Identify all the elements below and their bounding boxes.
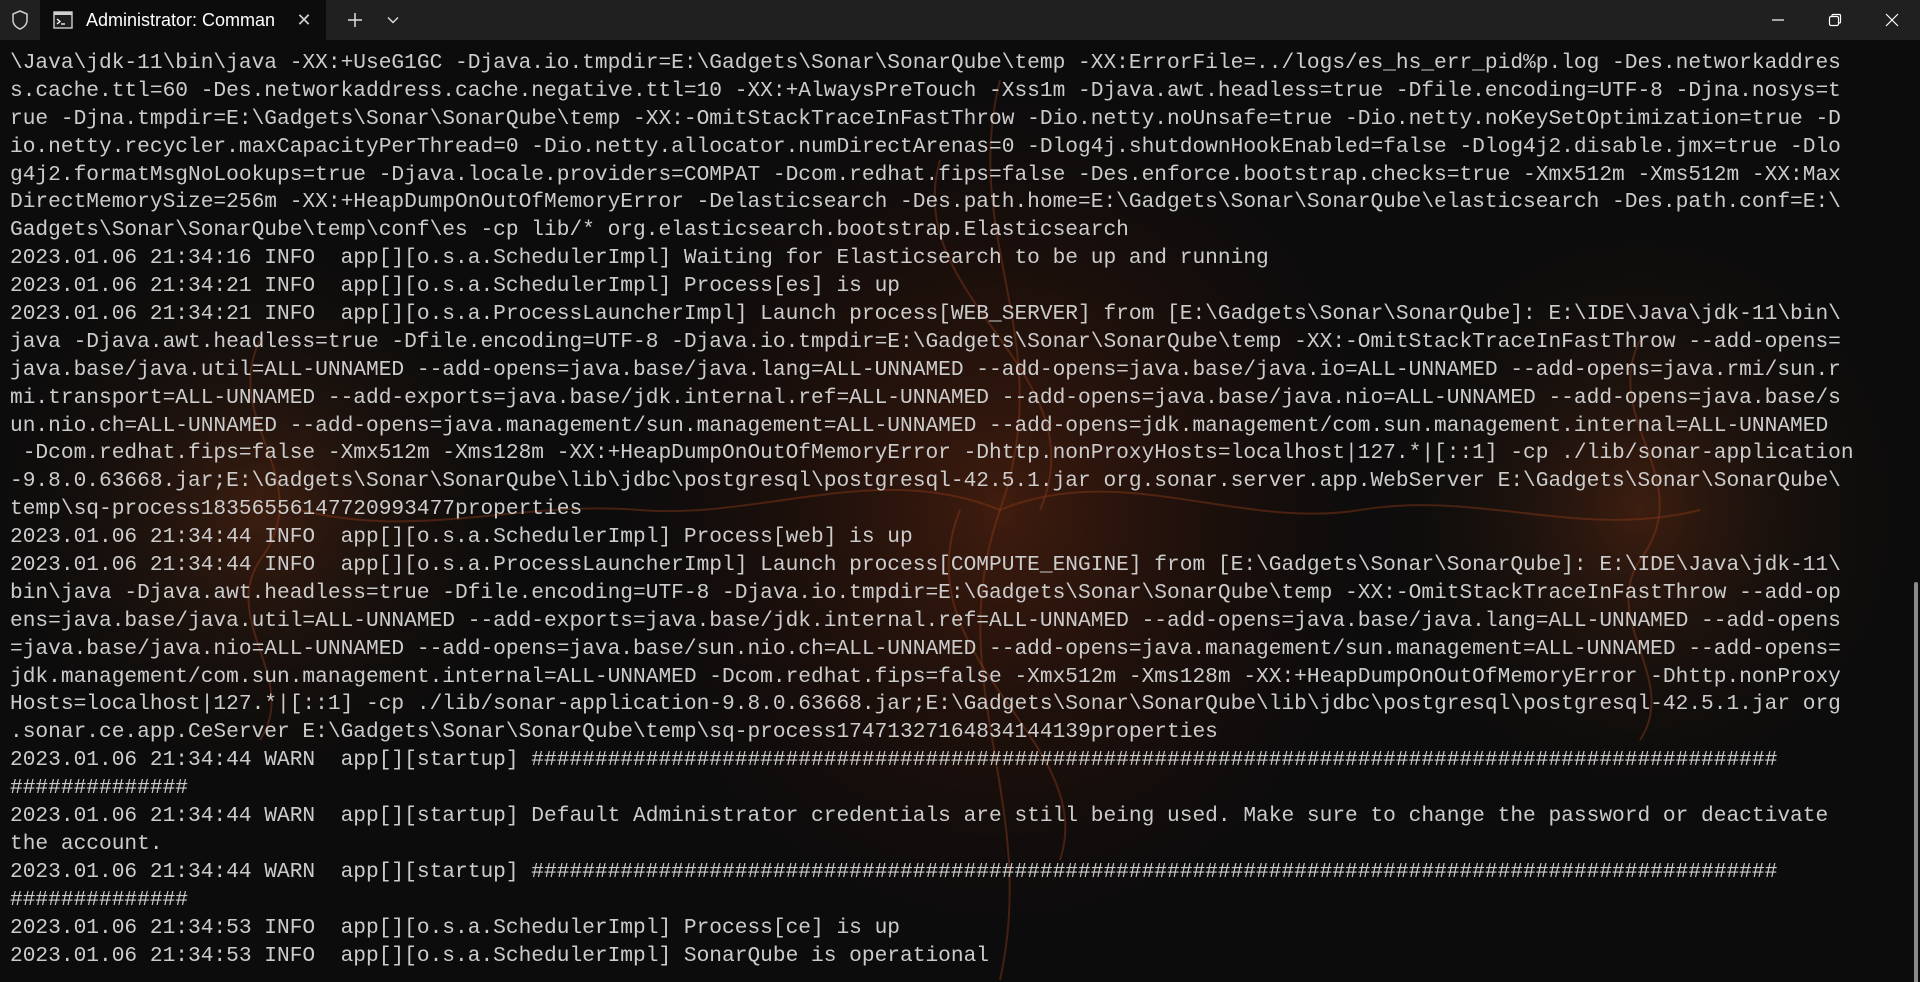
log-line: ############## [10, 776, 189, 801]
log-line: ############## [10, 887, 189, 912]
minimize-button[interactable] [1749, 0, 1806, 40]
log-line: bin\java -Djava.awt.headless=true -Dfile… [10, 580, 1841, 605]
log-line: ens=java.base/java.util=ALL-UNNAMED --ad… [10, 608, 1841, 633]
log-line: temp\sq-process18356556147720993477prope… [10, 497, 583, 522]
log-line: 2023.01.06 21:34:16 INFO app[][o.s.a.Sch… [10, 246, 1269, 271]
new-tab-button[interactable] [336, 0, 374, 40]
tab-title: Administrator: Comman [86, 9, 276, 30]
log-line: 2023.01.06 21:34:44 WARN app[][startup] … [10, 804, 1829, 829]
restore-button[interactable] [1806, 0, 1863, 40]
vertical-scrollbar[interactable] [1914, 582, 1918, 982]
close-icon [1885, 13, 1898, 27]
log-line: -Dcom.redhat.fips=false -Xmx512m -Xms128… [10, 441, 1854, 466]
tab-command-prompt[interactable]: Administrator: Comman ✕ [40, 0, 326, 40]
log-line: -9.8.0.63668.jar;E:\Gadgets\Sonar\SonarQ… [10, 469, 1841, 494]
terminal-window: Administrator: Comman ✕ \Java\jdk-11\bin… [0, 0, 1920, 982]
close-tab-button[interactable]: ✕ [291, 7, 317, 33]
log-line: Hosts=localhost|127.*|[::1] -cp ./lib/so… [10, 692, 1841, 717]
command-prompt-icon [52, 9, 74, 31]
shield-icon [0, 0, 40, 40]
log-line: 2023.01.06 21:34:44 INFO app[][o.s.a.Pro… [10, 553, 1841, 578]
log-line: .sonar.ce.app.CeServer E:\Gadgets\Sonar\… [10, 720, 1218, 745]
minimize-icon [1771, 19, 1784, 21]
log-line: 2023.01.06 21:34:21 INFO app[][o.s.a.Sch… [10, 274, 901, 299]
profile-dropdown-button[interactable] [374, 0, 412, 40]
log-line: 2023.01.06 21:34:53 INFO app[][o.s.a.Sch… [10, 915, 901, 940]
terminal-log: \Java\jdk-11\bin\java -XX:+UseG1GC -Djav… [10, 50, 1890, 970]
log-line: mi.transport=ALL-UNNAMED --add-exports=j… [10, 385, 1841, 410]
close-window-button[interactable] [1863, 0, 1920, 40]
log-line: 2023.01.06 21:34:44 INFO app[][o.s.a.Sch… [10, 525, 913, 550]
log-line: Gadgets\Sonar\SonarQube\temp\conf\es -cp… [10, 218, 1129, 243]
log-line: 2023.01.06 21:34:53 INFO app[][o.s.a.Sch… [10, 943, 990, 968]
log-line: \Java\jdk-11\bin\java -XX:+UseG1GC -Djav… [10, 51, 1841, 75]
log-line: rue -Djna.tmpdir=E:\Gadgets\Sonar\SonarQ… [10, 106, 1841, 131]
log-line: s.cache.ttl=60 -Des.networkaddress.cache… [10, 78, 1841, 103]
terminal-output-area[interactable]: \Java\jdk-11\bin\java -XX:+UseG1GC -Djav… [0, 40, 1920, 982]
log-line: the account. [10, 831, 163, 856]
log-line: =java.base/java.nio=ALL-UNNAMED --add-op… [10, 636, 1841, 661]
log-line: g4j2.formatMsgNoLookups=true -Djava.loca… [10, 162, 1841, 187]
log-line: java.base/java.util=ALL-UNNAMED --add-op… [10, 357, 1841, 382]
log-line: 2023.01.06 21:34:44 WARN app[][startup] … [10, 859, 1778, 884]
close-tab-icon: ✕ [296, 9, 312, 30]
log-line: java -Djava.awt.headless=true -Dfile.enc… [10, 329, 1841, 354]
log-line: DirectMemorySize=256m -XX:+HeapDumpOnOut… [10, 190, 1841, 215]
restore-icon [1828, 13, 1841, 27]
plus-icon [348, 13, 362, 27]
log-line: jdk.management/com.sun.management.intern… [10, 664, 1841, 689]
chevron-down-icon [387, 17, 399, 24]
title-bar[interactable]: Administrator: Comman ✕ [0, 0, 1920, 40]
log-line: un.nio.ch=ALL-UNNAMED --add-opens=java.m… [10, 413, 1829, 438]
log-line: 2023.01.06 21:34:21 INFO app[][o.s.a.Pro… [10, 302, 1841, 327]
log-line: io.netty.recycler.maxCapacityPerThread=0… [10, 134, 1841, 159]
log-line: 2023.01.06 21:34:44 WARN app[][startup] … [10, 748, 1778, 773]
window-controls [1749, 0, 1920, 40]
